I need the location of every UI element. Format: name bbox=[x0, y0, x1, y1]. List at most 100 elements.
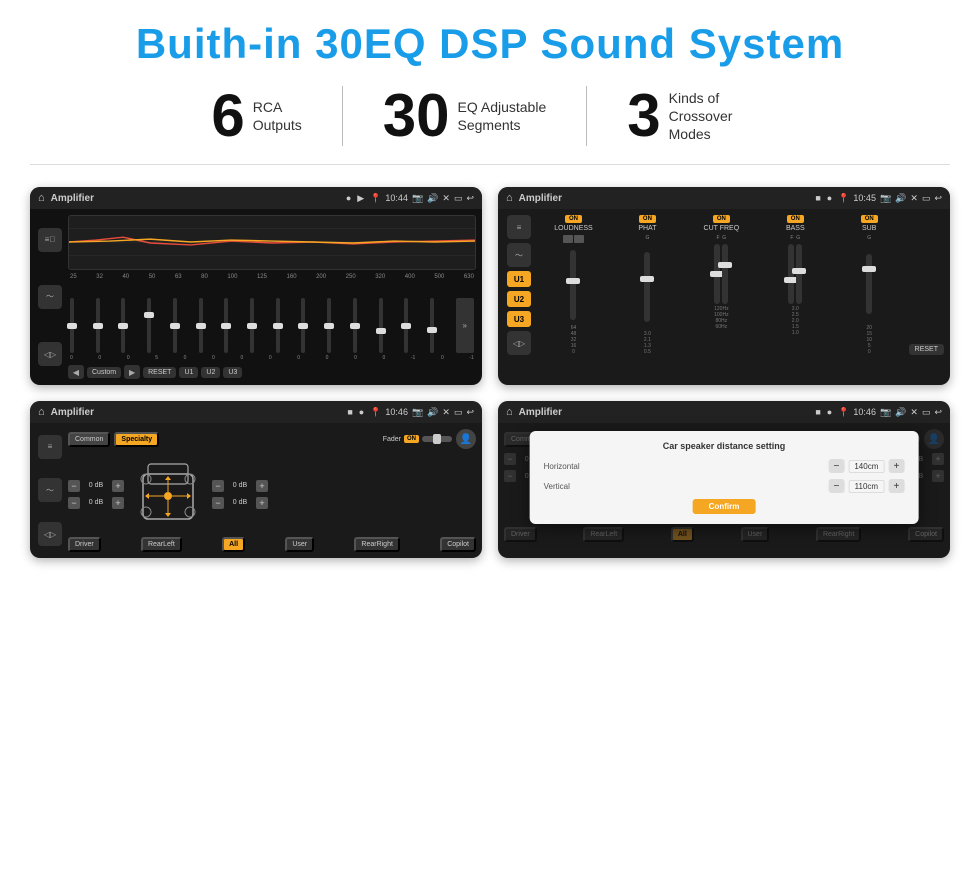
bs-rr-minus[interactable]: − bbox=[212, 497, 224, 509]
crossover-home-icon[interactable]: ⌂ bbox=[506, 192, 513, 204]
bs-fl-row: − 0 dB + bbox=[68, 480, 124, 492]
eq-slider-14[interactable] bbox=[404, 298, 408, 353]
eq-u1-btn[interactable]: U1 bbox=[179, 367, 198, 378]
eq-slider-3[interactable] bbox=[121, 298, 125, 353]
crossover-vol-icon[interactable]: ◁▷ bbox=[507, 331, 531, 355]
bs-fr-minus[interactable]: − bbox=[212, 480, 224, 492]
eq-scroll-arrow[interactable]: » bbox=[456, 298, 474, 353]
profile-icon[interactable]: 👤 bbox=[456, 429, 476, 449]
sub-on[interactable]: ON bbox=[861, 215, 878, 223]
copilot-btn[interactable]: Copilot bbox=[440, 537, 476, 552]
balance-back[interactable]: ↩ bbox=[466, 407, 474, 418]
all-btn[interactable]: All bbox=[222, 537, 245, 552]
crossover-filter-icon[interactable]: ≡ bbox=[507, 215, 531, 239]
cutfreq-on[interactable]: ON bbox=[713, 215, 730, 223]
eq-slider-2[interactable] bbox=[96, 298, 100, 353]
eq-slider-13[interactable] bbox=[379, 298, 383, 353]
vertical-minus-btn[interactable]: − bbox=[828, 479, 844, 493]
eq-home-icon[interactable]: ⌂ bbox=[38, 192, 45, 204]
bass-vslider-g[interactable] bbox=[796, 244, 802, 304]
eq-reset-btn[interactable]: RESET bbox=[143, 367, 176, 378]
cutfreq-vslider-f[interactable] bbox=[714, 244, 720, 304]
eq-vol-btn[interactable]: ◁▷ bbox=[38, 342, 62, 366]
eq-slider-1[interactable] bbox=[70, 298, 74, 353]
crossover-dot2: ● bbox=[827, 193, 832, 203]
eq-slider-11[interactable] bbox=[327, 298, 331, 353]
eq-sidebar: ≡⃝ 〜 ◁▷ bbox=[36, 215, 64, 379]
crossover-reset-btn[interactable]: RESET bbox=[909, 344, 944, 355]
eq-slider-12[interactable] bbox=[353, 298, 357, 353]
crossover-u3-btn[interactable]: U3 bbox=[507, 311, 531, 327]
eq-slider-10[interactable] bbox=[301, 298, 305, 353]
crossover-sidebar: ≡ 〜 U1 U2 U3 ◁▷ bbox=[504, 215, 534, 355]
crossover-wave-icon[interactable]: 〜 bbox=[507, 243, 531, 267]
loudness-slider2[interactable] bbox=[574, 235, 584, 243]
balance-home-icon[interactable]: ⌂ bbox=[38, 406, 45, 418]
balance-wave-icon[interactable]: 〜 bbox=[38, 478, 62, 502]
bass-vslider-f[interactable] bbox=[788, 244, 794, 304]
eq-u3-btn[interactable]: U3 bbox=[223, 367, 242, 378]
fader-slider[interactable] bbox=[422, 436, 452, 442]
eq-sliders: » bbox=[68, 283, 476, 353]
freq-630: 630 bbox=[464, 274, 474, 280]
loudness-slider1[interactable] bbox=[563, 235, 573, 243]
eq-filter-btn[interactable]: ≡⃝ bbox=[38, 228, 62, 252]
eq-slider-15[interactable] bbox=[430, 298, 434, 353]
balance-filter-icon[interactable]: ≡ bbox=[38, 435, 62, 459]
dialog-container: Common Specialty Fader ON 👤 −0 dB+ −0 dB… bbox=[498, 423, 950, 548]
rearright-btn[interactable]: RearRight bbox=[354, 537, 400, 552]
loudness-vslider[interactable] bbox=[570, 250, 576, 320]
dialog-back[interactable]: ↩ bbox=[934, 407, 942, 418]
freq-200: 200 bbox=[316, 274, 326, 280]
crossover-back[interactable]: ↩ bbox=[934, 193, 942, 204]
phat-on[interactable]: ON bbox=[639, 215, 656, 223]
cutfreq-vslider-g[interactable] bbox=[722, 244, 728, 304]
stat-label-rca: RCAOutputs bbox=[253, 98, 302, 134]
bs-fl-minus[interactable]: − bbox=[68, 480, 80, 492]
common-btn[interactable]: Common bbox=[68, 432, 110, 447]
eq-prev-btn[interactable]: ◀ bbox=[68, 365, 84, 379]
specialty-btn[interactable]: Specialty bbox=[114, 432, 159, 447]
bs-rl-plus[interactable]: + bbox=[112, 497, 124, 509]
phat-vslider[interactable] bbox=[644, 252, 650, 322]
balance-arrows-icon[interactable]: ◁▷ bbox=[38, 522, 62, 546]
sub-vslider[interactable] bbox=[866, 254, 872, 314]
horizontal-plus-btn[interactable]: + bbox=[888, 459, 904, 473]
eq-wave-btn[interactable]: 〜 bbox=[38, 285, 62, 309]
crossover-u2-btn[interactable]: U2 bbox=[507, 291, 531, 307]
dialog-pin: 📍 bbox=[838, 407, 849, 418]
bs-rr-plus[interactable]: + bbox=[256, 497, 268, 509]
bs-fl-plus[interactable]: + bbox=[112, 480, 124, 492]
crossover-reset-area: RESET bbox=[909, 215, 944, 355]
horizontal-minus-btn[interactable]: − bbox=[828, 459, 844, 473]
eq-slider-7[interactable] bbox=[224, 298, 228, 353]
bs-rl-minus[interactable]: − bbox=[68, 497, 80, 509]
eq-freq-labels: 25 32 40 50 63 80 100 125 160 200 250 32… bbox=[68, 274, 476, 280]
eq-slider-9[interactable] bbox=[276, 298, 280, 353]
eq-slider-4[interactable] bbox=[147, 298, 151, 353]
user-btn[interactable]: User bbox=[285, 537, 314, 552]
fader-on-badge[interactable]: ON bbox=[404, 435, 419, 443]
eq-u2-btn[interactable]: U2 bbox=[201, 367, 220, 378]
vertical-plus-btn[interactable]: + bbox=[888, 479, 904, 493]
eq-vol-icon: 🔊 bbox=[427, 193, 438, 204]
horizontal-ctrl: − 140cm + bbox=[828, 459, 904, 473]
eq-app-name: Amplifier bbox=[51, 193, 340, 204]
eq-slider-5[interactable] bbox=[173, 298, 177, 353]
eq-status-bar: ⌂ Amplifier ● ▶ 📍 10:44 📷 🔊 ✕ ▭ ↩ bbox=[30, 187, 482, 209]
driver-btn[interactable]: Driver bbox=[68, 537, 101, 552]
eq-back-icon[interactable]: ↩ bbox=[466, 193, 474, 204]
eq-next-btn[interactable]: ▶ bbox=[124, 365, 140, 379]
dialog-dot1: ■ bbox=[815, 407, 820, 417]
eq-screen: ⌂ Amplifier ● ▶ 📍 10:44 📷 🔊 ✕ ▭ ↩ ≡⃝ 〜 bbox=[30, 187, 482, 385]
dialog-home-icon[interactable]: ⌂ bbox=[506, 406, 513, 418]
rearleft-btn[interactable]: RearLeft bbox=[141, 537, 182, 552]
eq-slider-6[interactable] bbox=[199, 298, 203, 353]
loudness-on[interactable]: ON bbox=[565, 215, 582, 223]
confirm-button[interactable]: Confirm bbox=[693, 499, 756, 514]
bs-fr-plus[interactable]: + bbox=[256, 480, 268, 492]
bass-on[interactable]: ON bbox=[787, 215, 804, 223]
eq-slider-8[interactable] bbox=[250, 298, 254, 353]
eq-custom-btn[interactable]: Custom bbox=[87, 367, 121, 378]
crossover-u1-btn[interactable]: U1 bbox=[507, 271, 531, 287]
